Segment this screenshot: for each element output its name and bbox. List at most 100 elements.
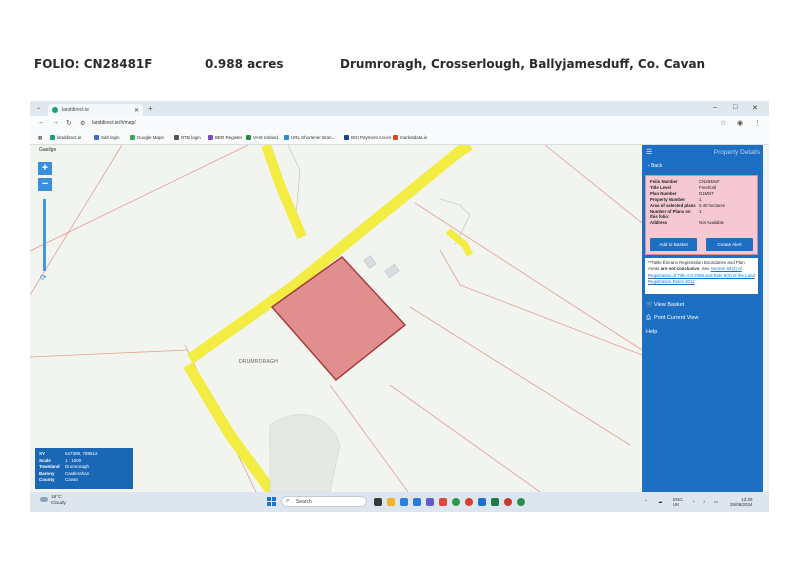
apps-grid-icon[interactable]: ▦ [38,135,42,141]
lower-road [183,362,277,492]
bookmark-salt-login[interactable]: Salt login [94,135,120,140]
bookmark-favicon-icon [94,135,99,140]
print-view-link[interactable]: ⎙ Print Current View [646,315,699,322]
bookmark-vais-ireland[interactable]: VAIS Ireland [246,135,278,140]
edge-icon[interactable] [400,498,408,506]
bookmark-favicon-icon [246,135,251,140]
site-favicon-icon [52,107,58,113]
taskbar-search-input[interactable]: ⌕ Search [281,496,367,507]
boundary-line [30,145,249,252]
tab-title: landdirect.ie [62,107,89,113]
hamburger-menu-icon[interactable]: ☰ [646,148,652,156]
app-icon[interactable] [504,498,512,506]
zoom-slider[interactable] [43,199,46,271]
tray-chevron-icon[interactable]: ⌃ [644,499,648,504]
property-details-box: Folio Number CN28481F Title Level Freehold… [645,175,758,255]
bookmark-favicon-icon [130,135,135,140]
clock[interactable]: 13:29 26/08/2024 [730,497,753,507]
back-arrow-icon[interactable]: ← [38,119,45,126]
basket-icon: 🛒 [646,302,654,308]
site-info-icon[interactable]: ⚙ [80,120,85,127]
word-icon[interactable] [478,498,486,506]
bookmark-favicon-icon [344,135,349,140]
tab-list-icon[interactable]: ⌄ [36,104,41,111]
bookmark-landdirect[interactable]: landdirect.ie [50,135,81,140]
boundary-line [409,306,631,446]
wifi-icon[interactable]: ◔ [692,499,695,504]
maximize-icon[interactable]: □ [733,104,737,111]
bookmark-favicon-icon [50,135,55,140]
bookmark-google-maps[interactable]: Google Maps [130,135,164,140]
property-details-panel: ☰ Property Details ‹ Back Folio Number CN… [642,145,763,492]
new-tab-icon[interactable]: + [148,104,153,113]
file-explorer-icon[interactable] [387,498,395,506]
selected-parcel[interactable] [270,256,407,382]
create-alert-button[interactable]: Create Alert [706,238,753,251]
windows-start-icon[interactable] [267,497,276,506]
acreage-heading: 0.988 acres [205,57,284,71]
bookmark-url-shortener[interactable]: URL Shortener Bran... [284,135,335,140]
bookmark-favicon-icon [208,135,213,140]
bookmarks-bar: ▦ landdirect.ie Salt login Google Maps R… [30,131,769,145]
browser-screenshot: ⌄ landdirect.ie ✕ + – □ ✕ ← → ↻ ⚙ landdi… [30,101,769,512]
bookmark-marketdata[interactable]: marketdata.ie [393,135,427,140]
app-icon[interactable] [439,498,447,506]
teams-icon[interactable] [426,498,434,506]
forward-arrow-icon[interactable]: → [52,119,59,126]
onedrive-icon[interactable]: ☁ [658,499,663,504]
tab-bar: ⌄ landdirect.ie ✕ + – □ ✕ [30,101,769,116]
side-road [261,145,307,239]
location-info-box: XY 647309, 788512 Scale 1 : 1000 Townland D… [35,448,133,489]
bookmark-favicon-icon [393,135,398,140]
folio-number-heading: FOLIO: CN28481F [34,57,153,71]
boundary-line [329,384,409,492]
refresh-icon[interactable]: ⟳ [40,273,47,282]
windows-taskbar: 16°C Cloudy ⌕ Search ⌃ ☁ ENG UK ◔ ♪ ▭ 13… [30,492,769,512]
volume-icon[interactable]: ♪ [703,499,705,504]
building [384,263,400,279]
url-field[interactable]: landdirect.ie/#/map/ [92,120,136,126]
back-link[interactable]: ‹ Back [648,163,662,169]
outlook-icon[interactable] [413,498,421,506]
farmyard [269,414,341,492]
input-language[interactable]: ENG UK [673,497,683,507]
task-view-icon[interactable] [374,498,382,506]
minimize-icon[interactable]: – [713,104,717,111]
bookmark-ber-register[interactable]: BER Register [208,135,242,140]
app-icon[interactable] [465,498,473,506]
lane [445,228,474,257]
boundary-line [459,284,642,356]
printed-page: FOLIO: CN28481F 0.988 acres Drumroragh, … [0,0,800,566]
panel-title: Property Details [713,149,760,156]
app-icon[interactable] [517,498,525,506]
battery-icon[interactable]: ▭ [714,499,718,504]
boundary-line [439,249,461,286]
search-icon: ⌕ [286,498,290,504]
bookmark-boi-payment[interactable]: BOI Payment Acces [344,135,391,140]
bookmark-star-icon[interactable]: ☆ [720,119,726,127]
boundary-line [544,145,642,224]
menu-dots-icon[interactable]: ⋮ [754,119,761,127]
info-row: County Cavan [39,477,79,482]
close-window-icon[interactable]: ✕ [752,104,758,112]
cloud-icon [40,497,48,502]
reload-icon[interactable]: ↻ [66,119,72,127]
excel-icon[interactable] [491,498,499,506]
bookmark-favicon-icon [284,135,289,140]
close-tab-icon[interactable]: ✕ [134,107,139,114]
language-toggle[interactable]: Gaeilge [39,147,56,153]
zoom-in-button[interactable]: + [38,162,52,175]
profile-icon[interactable]: ◉ [737,119,743,127]
townland-label: DRUMRORAGH [239,359,278,365]
map-canvas[interactable] [30,145,642,492]
help-link[interactable]: Help [646,329,657,335]
bookmark-rtb-login[interactable]: RTB login [174,135,201,140]
chrome-icon[interactable] [452,498,460,506]
browser-tab[interactable]: landdirect.ie ✕ [48,104,143,116]
view-basket-link[interactable]: 🛒View Basket [646,301,684,308]
zoom-out-button[interactable]: − [38,178,52,191]
boundary-line [414,202,642,351]
add-to-basket-button[interactable]: Add to Basket [650,238,697,251]
boundary-line [30,349,189,358]
land-map[interactable]: Gaeilge + − ⟳ DRUMRORAGH XY 647309, 78851… [30,145,642,492]
